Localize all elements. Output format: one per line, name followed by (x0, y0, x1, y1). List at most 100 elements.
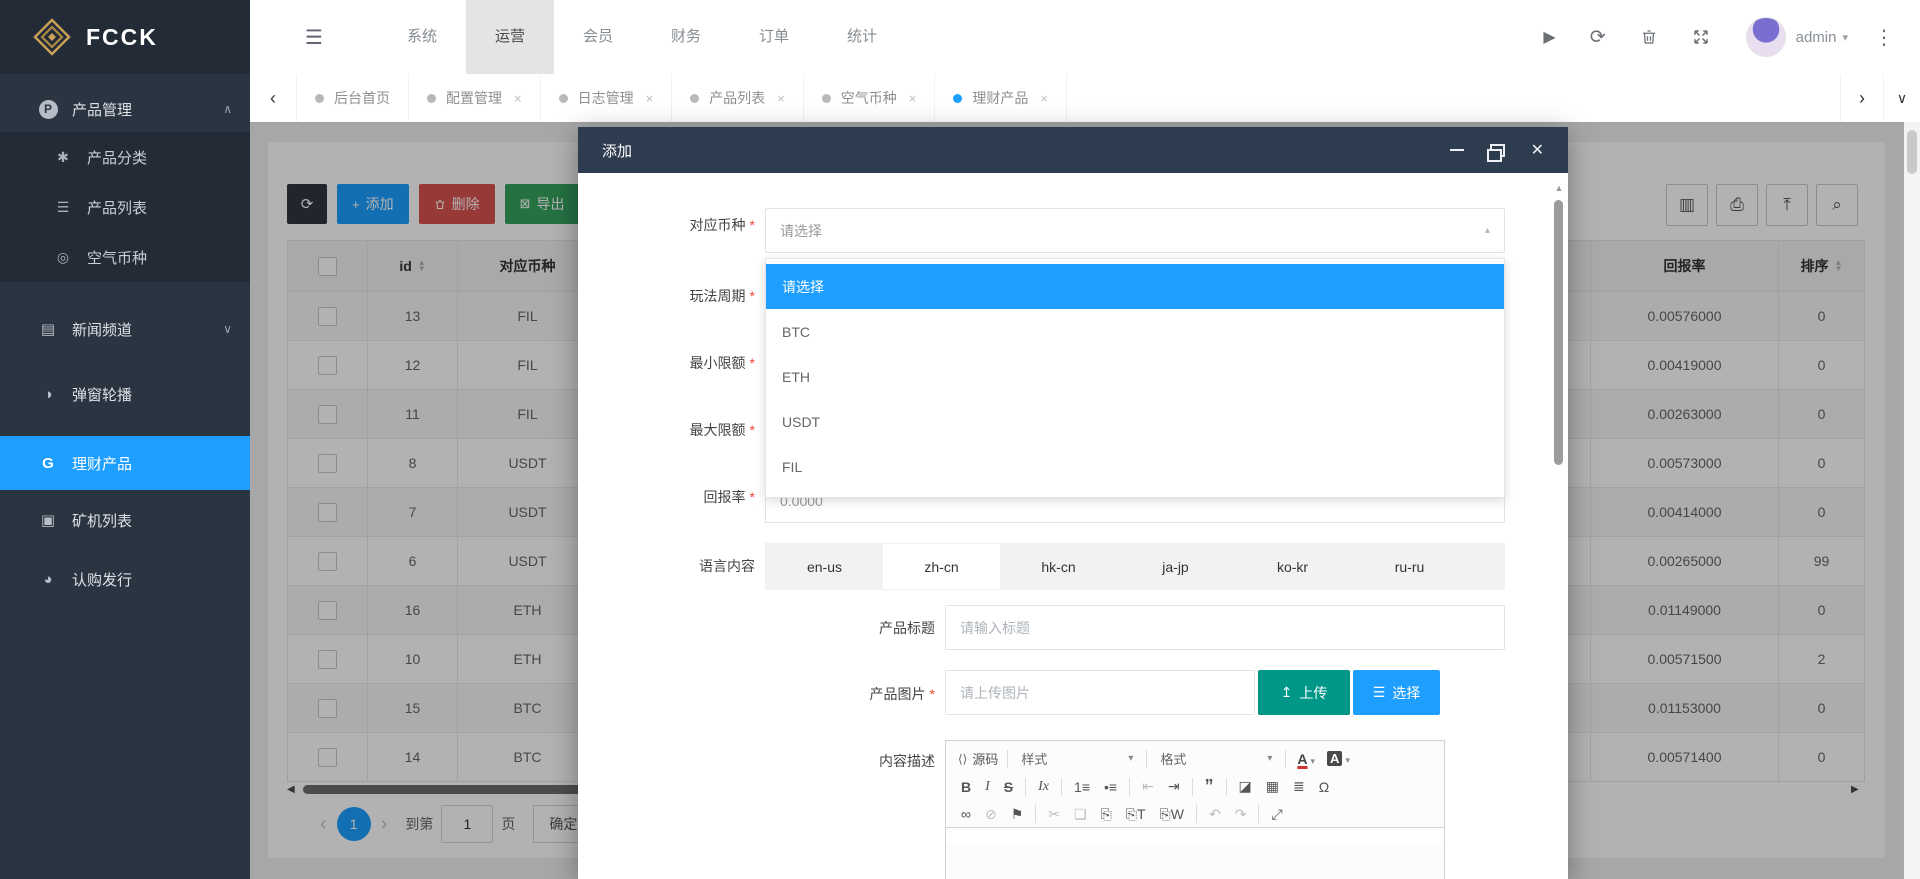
strikethrough-icon[interactable]: S (1004, 779, 1013, 795)
cut-icon[interactable]: ✂ (1048, 806, 1060, 823)
special-char-icon[interactable]: Ω (1319, 779, 1329, 795)
unlink-icon[interactable]: ⊘ (985, 806, 997, 823)
editor-toolbar-row-2: B I S Ix 1≡ •≡ ⇤ ⇥ ” ◪ ▦ ≣ Ω (946, 772, 1444, 801)
nav-item-statistics[interactable]: 统计 (818, 0, 906, 74)
user-avatar[interactable] (1746, 17, 1786, 57)
lang-tab-en-us[interactable]: en-us (766, 544, 883, 589)
ordered-list-icon[interactable]: 1≡ (1074, 779, 1090, 795)
sidebar-item-popup-carousel[interactable]: ◑ 弹窗轮播 (0, 366, 250, 422)
editor-toolbar-row-3: ∞ ⊘ ⚑ ✂ ❏ ⎘ ⎘T ⎘W ↶ ↷ ⤢ (946, 801, 1444, 827)
image-icon[interactable]: ◪ (1239, 778, 1252, 795)
horizontal-rule-icon[interactable]: ≣ (1293, 778, 1305, 795)
refresh-icon[interactable]: ⟳ (1590, 26, 1606, 49)
trash-icon[interactable] (1640, 28, 1658, 46)
close-tab-icon[interactable]: × (646, 91, 654, 106)
bold-icon[interactable]: B (961, 779, 971, 795)
source-button[interactable]: ⟨⟩ 源码 (958, 749, 998, 768)
fullscreen-icon[interactable] (1692, 28, 1710, 46)
link-icon[interactable]: ∞ (961, 806, 971, 822)
nav-item-system[interactable]: 系统 (378, 0, 466, 74)
tab-product-list[interactable]: 产品列表 × (672, 74, 804, 122)
sidebar-item-miner-list[interactable]: ▣ 矿机列表 (0, 494, 250, 546)
option-btc[interactable]: BTC (766, 309, 1504, 354)
app-root: FCCK P 产品管理 ∧ ✱ 产品分类 ☰ 产品列表 ◎ 空气币种 ▤ 新闻频… (0, 0, 1920, 879)
username[interactable]: admin (1796, 29, 1837, 46)
editor-content-area[interactable] (946, 827, 1444, 844)
undo-icon[interactable]: ↶ (1209, 806, 1221, 823)
option-usdt[interactable]: USDT (766, 399, 1504, 444)
sidebar-item-product-category[interactable]: ✱ 产品分类 (0, 132, 250, 182)
dialog-scrollbar[interactable]: ▲ (1552, 173, 1566, 879)
background-color-button[interactable]: A▾ (1327, 751, 1350, 766)
sidebar-item-subscription-issue[interactable]: ◕ 认购发行 (0, 552, 250, 606)
dialog-scroll-thumb[interactable] (1554, 200, 1563, 465)
language-tabs: en-us zh-cn hk-cn ja-jp ko-kr ru-ru (765, 543, 1505, 590)
maximize-icon[interactable] (1490, 127, 1505, 173)
sidebar-item-label: 新闻频道 (72, 319, 132, 340)
unordered-list-icon[interactable]: •≡ (1104, 779, 1117, 795)
tabs-scroll-right-icon[interactable]: › (1840, 74, 1883, 122)
sidebar-item-label: 空气币种 (87, 247, 147, 268)
sidebar-item-news-channel[interactable]: ▤ 新闻频道 ∨ (0, 300, 250, 358)
nav-item-orders[interactable]: 订单 (730, 0, 818, 74)
anchor-flag-icon[interactable]: ⚑ (1011, 806, 1024, 823)
tabs-scroll-left-icon[interactable]: ‹ (250, 74, 297, 122)
option-placeholder[interactable]: 请选择 (766, 264, 1504, 309)
nav-item-members[interactable]: 会员 (554, 0, 642, 74)
sidebar-item-product-list[interactable]: ☰ 产品列表 (0, 182, 250, 232)
upload-button[interactable]: ↥ 上传 (1258, 670, 1350, 715)
product-image-input[interactable] (945, 670, 1255, 715)
tab-logs[interactable]: 日志管理 × (541, 74, 673, 122)
scroll-up-arrow-icon[interactable]: ▲ (1552, 183, 1566, 193)
sidebar-group-product-management[interactable]: P 产品管理 ∧ (0, 86, 250, 132)
redo-icon[interactable]: ↷ (1235, 806, 1247, 823)
italic-icon[interactable]: I (985, 779, 990, 795)
dialog-header[interactable]: 添加 ✕ (578, 127, 1568, 173)
lang-tab-ja-jp[interactable]: ja-jp (1117, 544, 1234, 589)
lang-tab-hk-cn[interactable]: hk-cn (1000, 544, 1117, 589)
copy-icon[interactable]: ❏ (1074, 806, 1087, 823)
sidebar-item-air-coin[interactable]: ◎ 空气币种 (0, 232, 250, 282)
tab-finance-product[interactable]: 理财产品 × (935, 74, 1067, 122)
minimize-icon[interactable] (1450, 127, 1464, 173)
close-tab-icon[interactable]: × (777, 91, 785, 106)
tabs-menu-icon[interactable]: ∨ (1883, 74, 1920, 122)
sidebar-item-finance-product[interactable]: G 理财产品 (0, 436, 250, 490)
editor-maximize-icon[interactable]: ⤢ (1271, 806, 1282, 823)
coin-select[interactable]: 请选择 ▴ (765, 208, 1505, 253)
blockquote-icon[interactable]: ” (1205, 776, 1214, 797)
tab-config[interactable]: 配置管理 × (409, 74, 541, 122)
close-tab-icon[interactable]: × (514, 91, 522, 106)
sidebar-item-label: 认购发行 (72, 569, 132, 590)
text-color-button[interactable]: A▾ (1297, 751, 1315, 767)
paste-text-icon[interactable]: ⎘T (1126, 806, 1146, 823)
format-dropdown[interactable]: 格式▾ (1160, 749, 1272, 768)
lang-tab-zh-cn[interactable]: zh-cn (883, 544, 1000, 589)
styles-dropdown[interactable]: 样式▾ (1021, 749, 1133, 768)
remove-format-icon[interactable]: Ix (1038, 779, 1049, 795)
close-tab-icon[interactable]: × (909, 91, 917, 106)
option-fil[interactable]: FIL (766, 444, 1504, 489)
paste-word-icon[interactable]: ⎘W (1160, 806, 1184, 823)
nav-item-operations[interactable]: 运营 (466, 0, 554, 74)
tab-home[interactable]: 后台首页 (297, 74, 409, 122)
close-icon[interactable]: ✕ (1531, 127, 1544, 173)
page-scroll-thumb[interactable] (1907, 130, 1917, 174)
page-scrollbar[interactable] (1904, 122, 1920, 879)
lang-tab-ru-ru[interactable]: ru-ru (1351, 544, 1468, 589)
collapse-menu-icon[interactable]: ☰ (305, 0, 323, 74)
choose-label: 选择 (1392, 683, 1420, 703)
choose-button[interactable]: ☰ 选择 (1353, 670, 1440, 715)
tab-air-coin[interactable]: 空气币种 × (804, 74, 936, 122)
paste-icon[interactable]: ⎘ (1101, 806, 1112, 823)
option-eth[interactable]: ETH (766, 354, 1504, 399)
table-icon[interactable]: ▦ (1266, 778, 1279, 795)
nav-item-finance[interactable]: 财务 (642, 0, 730, 74)
lang-tab-ko-kr[interactable]: ko-kr (1234, 544, 1351, 589)
outdent-icon[interactable]: ⇤ (1142, 778, 1154, 795)
close-tab-icon[interactable]: × (1040, 91, 1048, 106)
play-icon[interactable]: ▶ (1543, 27, 1555, 47)
kebab-menu-icon[interactable]: ⋮ (1874, 25, 1894, 50)
product-title-input[interactable] (945, 605, 1505, 650)
indent-icon[interactable]: ⇥ (1168, 778, 1180, 795)
